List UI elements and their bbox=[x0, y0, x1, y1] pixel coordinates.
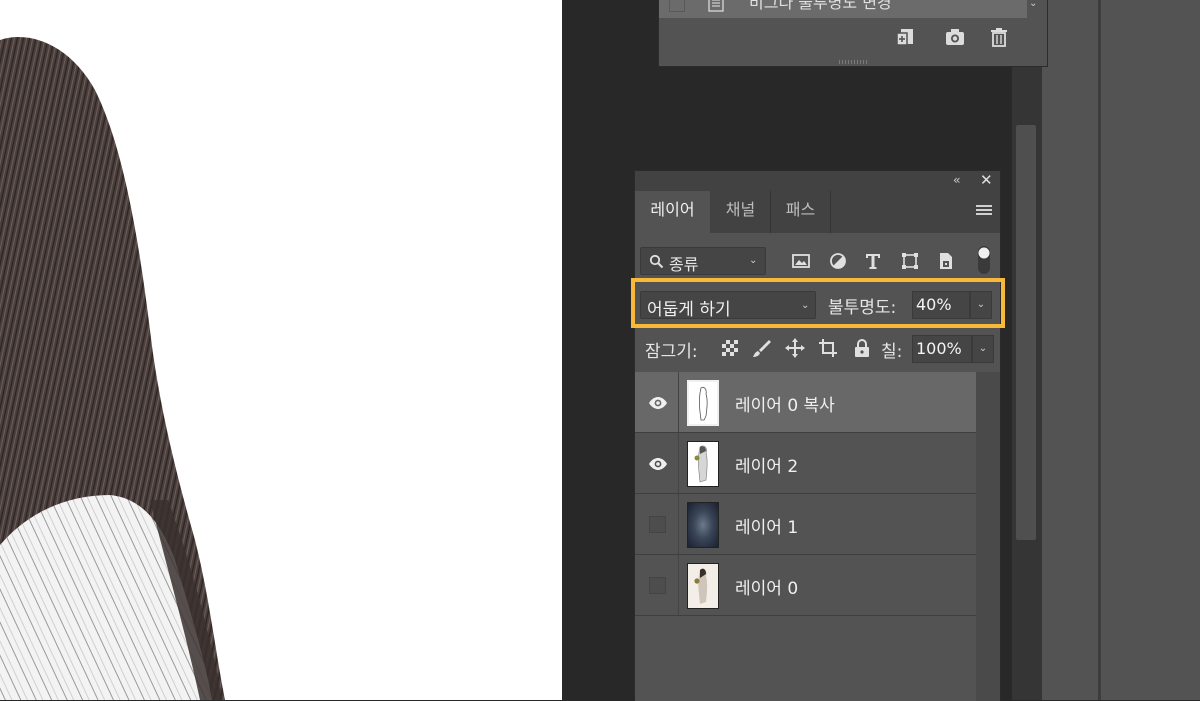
layer-name[interactable]: 레이어 1 bbox=[735, 513, 798, 538]
layers-list-scrollbar[interactable] bbox=[976, 372, 1000, 701]
lock-position-icon[interactable] bbox=[785, 338, 805, 358]
layer-name[interactable]: 레이어 2 bbox=[735, 452, 798, 477]
history-state-checkbox[interactable] bbox=[669, 0, 685, 12]
visibility-checkbox[interactable] bbox=[649, 577, 666, 594]
chevron-down-icon: ⌄ bbox=[801, 300, 810, 311]
smart-object-filter-icon[interactable] bbox=[936, 251, 956, 271]
layer-thumbnail bbox=[687, 441, 719, 487]
lock-artboard-icon[interactable] bbox=[818, 338, 838, 358]
layer-filter-select[interactable]: 종류 ⌄ bbox=[640, 247, 766, 275]
tab-paths[interactable]: 패스 bbox=[771, 191, 831, 233]
lock-all-icon[interactable] bbox=[852, 338, 872, 358]
layer-row[interactable]: 레이어 0 bbox=[635, 555, 976, 616]
history-panel: 비그다 불투명도 변경 ⌄ bbox=[658, 0, 1048, 67]
search-icon bbox=[649, 254, 664, 269]
panel-title-bar[interactable]: ‹‹ ✕ bbox=[635, 171, 1000, 191]
chevron-down-icon: ⌄ bbox=[749, 255, 758, 266]
type-layer-filter-icon[interactable] bbox=[863, 251, 883, 271]
collapse-icon[interactable]: ‹‹ bbox=[953, 173, 960, 187]
lock-label: 잠그기: bbox=[645, 342, 698, 362]
opacity-label: 불투명도: bbox=[828, 298, 897, 318]
close-icon[interactable]: ✕ bbox=[980, 171, 993, 189]
tab-layers[interactable]: 레이어 bbox=[635, 191, 710, 233]
visibility-checkbox[interactable] bbox=[649, 516, 666, 533]
fill-label: 칠: bbox=[881, 342, 903, 362]
layer-row[interactable]: 레이어 0 복사 bbox=[635, 372, 976, 433]
chevron-down-icon[interactable]: ⌄ bbox=[1029, 0, 1037, 9]
document-canvas[interactable] bbox=[0, 0, 562, 700]
panel-dock-area bbox=[1042, 0, 1100, 700]
layer-thumbnail bbox=[687, 380, 719, 426]
layer-name[interactable]: 레이어 0 bbox=[735, 574, 798, 599]
visibility-cell[interactable] bbox=[635, 494, 679, 554]
opacity-input[interactable]: 40% bbox=[912, 291, 970, 319]
layers-list: 레이어 0 복사 레이어 2 레이어 1 레이어 0 bbox=[635, 372, 976, 701]
tab-channels[interactable]: 채널 bbox=[711, 191, 771, 233]
blend-mode-value: 어둡게 하기 bbox=[647, 300, 731, 320]
fill-dropdown-button[interactable]: ⌄ bbox=[972, 335, 994, 363]
history-state-label: 비그다 불투명도 변경 bbox=[749, 0, 892, 12]
eye-icon[interactable] bbox=[648, 396, 668, 410]
lock-image-pixels-icon[interactable] bbox=[752, 338, 772, 358]
visibility-cell[interactable] bbox=[635, 555, 679, 615]
visibility-cell[interactable] bbox=[635, 372, 679, 432]
camera-icon[interactable] bbox=[944, 26, 966, 48]
pixel-layer-filter-icon[interactable] bbox=[791, 251, 811, 271]
lock-transparent-pixels-icon[interactable] bbox=[720, 338, 740, 358]
panel-tabs: 레이어 채널 패스 bbox=[635, 191, 1000, 233]
layer-thumbnail bbox=[687, 502, 719, 548]
filter-toggle-switch[interactable] bbox=[977, 245, 991, 275]
canvas-photo bbox=[0, 37, 225, 700]
opacity-dropdown-button[interactable]: ⌄ bbox=[970, 291, 992, 319]
history-state-row[interactable]: 비그다 불투명도 변경 ⌄ bbox=[659, 0, 1037, 18]
layer-row[interactable]: 레이어 1 bbox=[635, 494, 976, 555]
panel-menu-icon[interactable] bbox=[976, 205, 992, 219]
adjustment-layer-filter-icon[interactable] bbox=[828, 251, 848, 271]
new-document-from-state-icon[interactable] bbox=[894, 26, 916, 48]
visibility-cell[interactable] bbox=[635, 433, 679, 493]
layer-thumbnail bbox=[687, 563, 719, 609]
blend-mode-select[interactable]: 어둡게 하기 ⌄ bbox=[640, 291, 816, 320]
document-icon bbox=[708, 0, 724, 12]
vertical-scrollbar[interactable] bbox=[1012, 0, 1042, 700]
eye-icon[interactable] bbox=[648, 457, 668, 471]
shape-layer-filter-icon[interactable] bbox=[900, 251, 920, 271]
right-dock bbox=[1100, 0, 1200, 700]
layer-name[interactable]: 레이어 0 복사 bbox=[735, 391, 835, 416]
fill-input[interactable]: 100% bbox=[912, 335, 972, 363]
layers-panel: ‹‹ ✕ 레이어 채널 패스 종류 ⌄ 어둡게 하기 ⌄ 불투명도: 40% ⌄… bbox=[631, 170, 1005, 701]
history-actions bbox=[659, 20, 1047, 56]
layer-row[interactable]: 레이어 2 bbox=[635, 433, 976, 494]
trash-icon[interactable] bbox=[988, 26, 1010, 48]
panel-resize-grip[interactable] bbox=[839, 60, 869, 64]
layer-filter-label: 종류 bbox=[669, 255, 699, 274]
scrollbar-thumb[interactable] bbox=[1016, 125, 1036, 540]
